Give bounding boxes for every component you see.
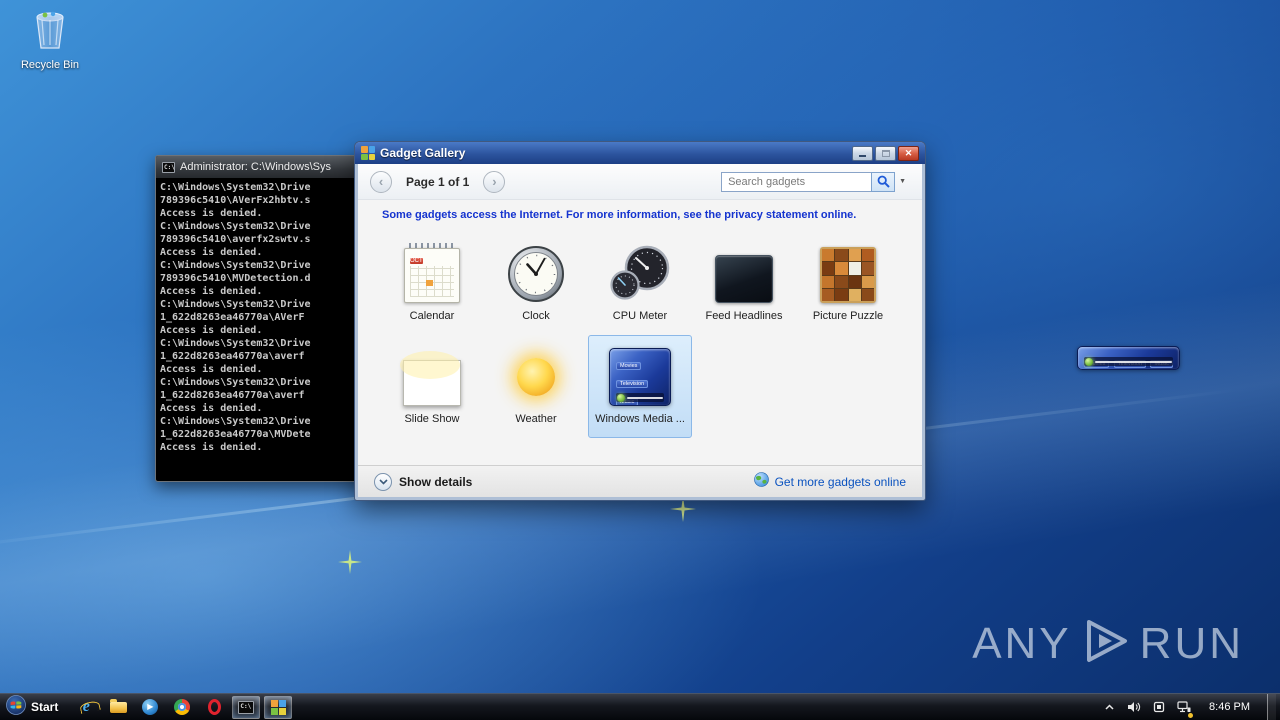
taskbar-chrome-button[interactable] (168, 696, 196, 719)
gallery-content: ‹ Page 1 of 1 › ▼ Some gadgets access th… (358, 164, 922, 497)
minimize-button[interactable] (852, 145, 873, 161)
page-label: Page 1 of 1 (406, 174, 470, 189)
show-details-toggle[interactable]: Show details (374, 472, 473, 491)
windows-media-center-icon: Movies Television Music (609, 342, 671, 406)
system-tray: 8:46 PM (1101, 693, 1280, 720)
opera-icon (207, 699, 221, 715)
gadget-gallery-window: Gadget Gallery ✕ ‹ Page 1 of 1 › Search … (355, 142, 925, 500)
back-button[interactable]: ‹ (370, 170, 392, 193)
gadget-label: Picture Puzzle (812, 310, 884, 322)
gallery-titlebar[interactable]: Gadget Gallery ✕ (355, 142, 925, 164)
chrome-icon (174, 699, 191, 715)
search-icon (877, 175, 890, 188)
gadget-picture-puzzle[interactable]: Picture Puzzle (796, 232, 900, 335)
watermark-text-run: RUN (1139, 618, 1244, 668)
sparkle-decoration (670, 496, 696, 527)
taskbar-cmd-button[interactable]: C:\ (232, 695, 261, 719)
feed-headlines-icon (715, 239, 773, 303)
maximize-button[interactable] (875, 145, 896, 161)
gadget-feed-headlines[interactable]: Feed Headlines (692, 232, 796, 335)
gallery-toolbar: ‹ Page 1 of 1 › ▼ (358, 164, 922, 200)
taskbar-opera-button[interactable] (200, 696, 228, 719)
media-center-logo-icon (617, 393, 625, 402)
forward-button[interactable]: › (483, 170, 506, 193)
anyrun-logo-icon (1080, 615, 1132, 672)
cmd-window-title: Administrator: C:\Windows\Sys (180, 161, 331, 173)
slide-show-icon (403, 342, 461, 406)
calendar-icon: OCT (404, 239, 460, 303)
taskbar-explorer-button[interactable] (104, 696, 132, 719)
watermark-text-any: ANY (972, 618, 1072, 668)
recycle-bin-label: Recycle Bin (20, 59, 80, 71)
cmd-icon: C:\ (162, 161, 175, 173)
taskbar-gadget-gallery-button[interactable] (264, 695, 293, 719)
gallery-footer: Show details Get more gadgets online (358, 465, 922, 497)
search-options-chevron-icon[interactable]: ▼ (895, 178, 910, 185)
gadget-calendar[interactable]: OCT Calendar (380, 232, 484, 335)
gadget-label: Feed Headlines (705, 310, 783, 322)
gadget-gallery-icon (361, 146, 375, 160)
show-desktop-button[interactable] (1267, 693, 1276, 720)
taskbar-media-player-button[interactable]: ▶ (136, 696, 164, 719)
cmd-icon: C:\ (238, 700, 255, 714)
get-more-gadgets-link[interactable]: Get more gadgets online (753, 471, 906, 492)
sparkle-decoration (338, 550, 362, 579)
close-button[interactable]: ✕ (898, 145, 919, 161)
internet-info-text: Some gadgets access the Internet. For mo… (382, 209, 857, 221)
gadget-windows-media-center[interactable]: Movies Television Music Windows Media ..… (588, 335, 692, 438)
gadget-gallery-icon (270, 699, 286, 715)
gadget-cpu-meter[interactable]: CPU Meter (588, 232, 692, 335)
weather-icon (507, 342, 565, 406)
clock-icon (507, 239, 565, 303)
cpu-meter-icon (608, 239, 672, 303)
network-icon[interactable] (1176, 697, 1194, 718)
gadget-label: Clock (522, 310, 550, 322)
expander-chevron-icon (374, 472, 392, 491)
gadget-label: Slide Show (404, 413, 460, 425)
anyrun-watermark: ANY RUN (972, 615, 1244, 672)
hidden-icons-chevron[interactable] (1101, 697, 1117, 717)
gallery-title: Gadget Gallery (380, 146, 466, 160)
recycle-bin-icon (14, 8, 86, 57)
gadget-weather[interactable]: Weather (484, 335, 588, 438)
gadget-slide-show[interactable]: Slide Show (380, 335, 484, 438)
gadget-label: CPU Meter (612, 310, 668, 322)
search-button[interactable] (871, 171, 896, 192)
show-details-label: Show details (399, 474, 473, 489)
gadget-label: Weather (515, 413, 557, 425)
taskbar-apps: e ▶ C:\ (68, 694, 293, 720)
gadget-label: Calendar (409, 310, 455, 322)
recycle-bin[interactable]: Recycle Bin (14, 8, 86, 71)
media-player-icon: ▶ (142, 699, 159, 715)
gadget-grid: OCT Calendar Clock CPU Meter Feed Headli… (358, 232, 922, 438)
picture-puzzle-icon (820, 239, 876, 303)
volume-icon[interactable] (1126, 697, 1142, 717)
tray-app-icon[interactable] (1151, 697, 1167, 717)
start-label: Start (31, 700, 59, 714)
globe-icon (753, 471, 769, 492)
folder-icon (109, 698, 127, 713)
gadget-clock[interactable]: Clock (484, 232, 588, 335)
taskbar-internet-explorer-button[interactable]: e (72, 696, 100, 719)
taskbar-clock[interactable]: 8:46 PM (1201, 701, 1258, 713)
media-center-logo-icon (1085, 357, 1093, 366)
internet-explorer-icon: e (82, 698, 90, 715)
media-center-gadget[interactable]: Movies Television Music (1077, 346, 1180, 370)
search-input[interactable] (721, 171, 872, 192)
get-more-gadgets-label: Get more gadgets online (774, 474, 906, 489)
network-warning-dot (1188, 713, 1194, 718)
windows-logo-icon (6, 694, 26, 720)
desktop: ANY RUN Recycle Bin C:\ Administrator: C… (0, 0, 1280, 720)
gadget-label: Windows Media ... (595, 413, 685, 425)
start-button[interactable]: Start (0, 694, 68, 720)
taskbar: Start e ▶ C:\ 8:46 PM (0, 693, 1280, 720)
